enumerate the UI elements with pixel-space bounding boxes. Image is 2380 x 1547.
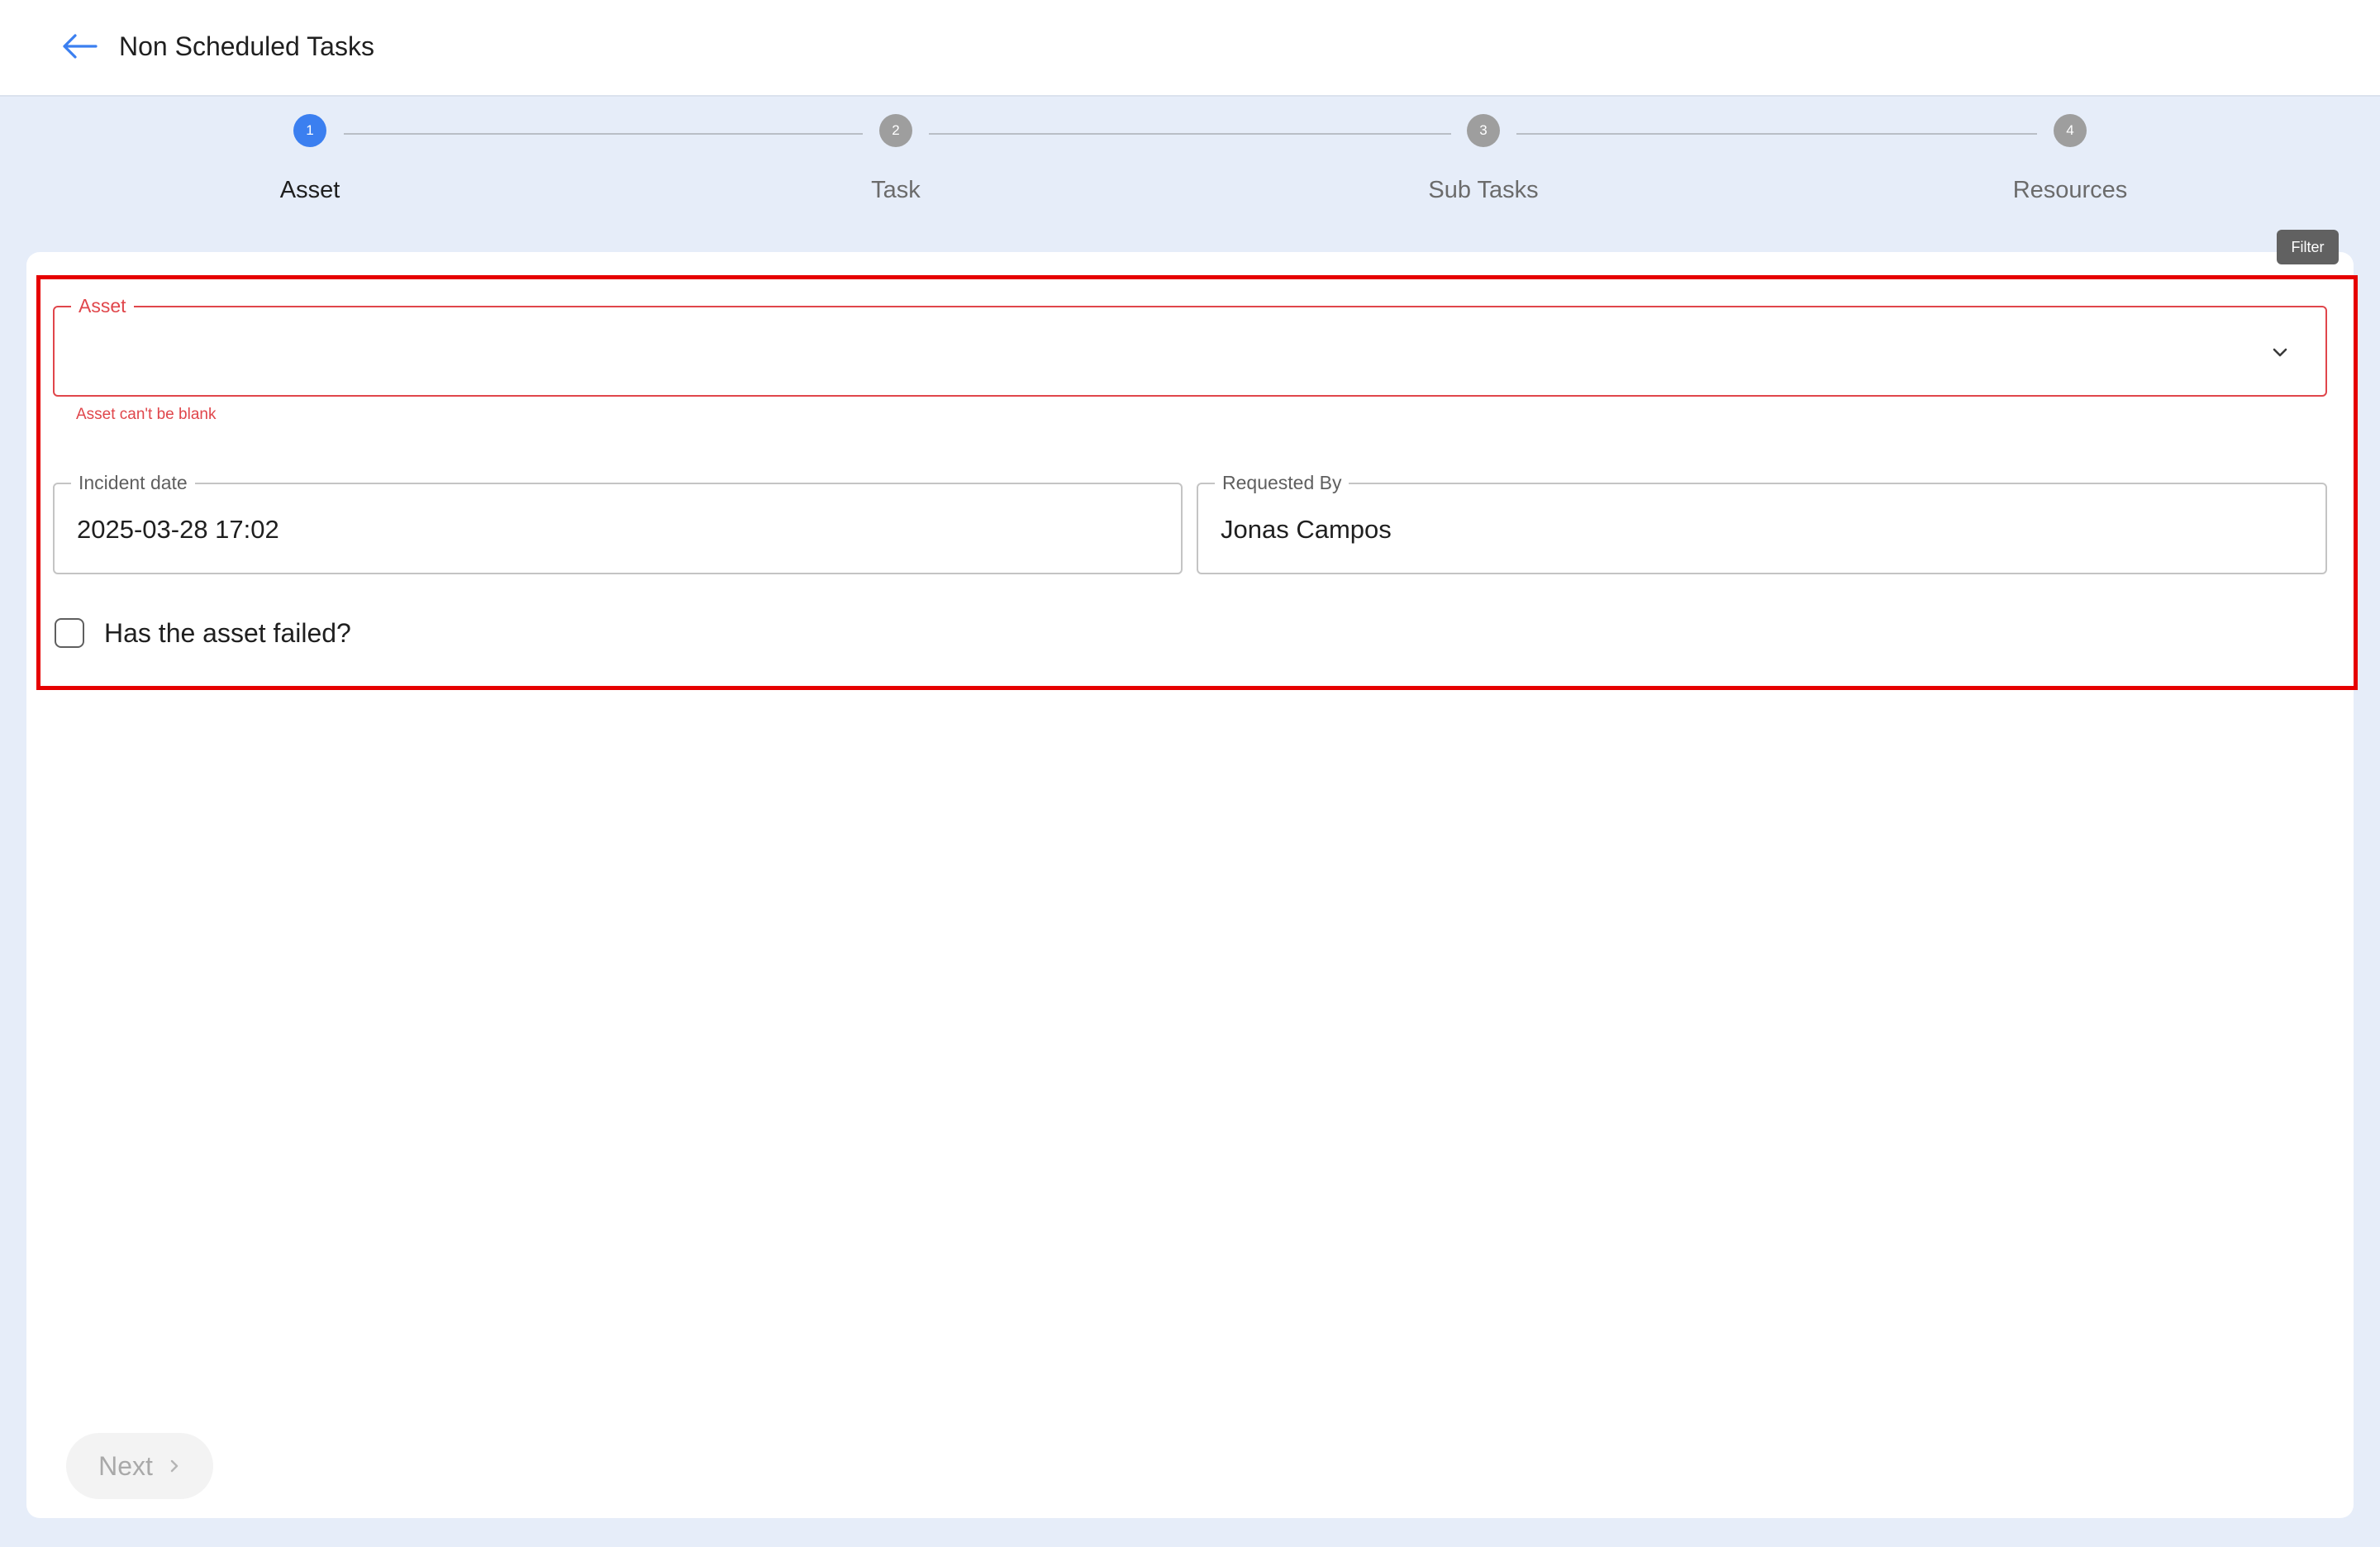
step-number-badge: 4: [2054, 114, 2087, 147]
app-header: Non Scheduled Tasks: [0, 0, 2380, 97]
arrow-left-icon: [63, 34, 98, 59]
requested-by-value: Jonas Campos: [1221, 515, 1392, 544]
asset-failed-checkbox-row[interactable]: Has the asset failed?: [55, 616, 351, 650]
step-asset[interactable]: 1 Asset: [186, 114, 434, 205]
requested-by-field[interactable]: Requested By Jonas Campos: [1197, 471, 2327, 574]
step-sub-tasks[interactable]: 3 Sub Tasks: [1359, 114, 1607, 205]
step-label: Asset: [279, 177, 340, 203]
asset-error-message: Asset can't be blank: [76, 406, 217, 423]
page-title: Non Scheduled Tasks: [119, 31, 374, 61]
chevron-down-icon[interactable]: [2268, 342, 2292, 364]
asset-select[interactable]: Asset: [53, 294, 2327, 397]
step-label: Task: [871, 177, 921, 203]
step-resources[interactable]: 4 Resources: [1946, 114, 2194, 205]
incident-date-field[interactable]: Incident date 2025-03-28 17:02: [53, 471, 1183, 574]
step-number-badge: 2: [879, 114, 912, 147]
step-task[interactable]: 2 Task: [772, 114, 1020, 205]
step-number-badge: 3: [1467, 114, 1500, 147]
next-button[interactable]: Next: [66, 1433, 213, 1499]
requested-by-label: Requested By: [1215, 471, 1349, 494]
next-button-label: Next: [98, 1451, 153, 1481]
step-label: Sub Tasks: [1428, 177, 1539, 203]
incident-date-label: Incident date: [71, 471, 195, 494]
back-button[interactable]: [55, 25, 104, 68]
asset-failed-checkbox[interactable]: [55, 618, 84, 648]
incident-date-value: 2025-03-28 17:02: [77, 515, 279, 544]
chevron-right-icon: [170, 1459, 178, 1473]
asset-field-label: Asset: [71, 294, 134, 317]
asset-failed-label: Has the asset failed?: [104, 618, 351, 648]
form-card: [26, 252, 2354, 1518]
filter-button[interactable]: Filter: [2277, 230, 2339, 264]
step-label: Resources: [2012, 177, 2128, 203]
step-number-badge: 1: [293, 114, 326, 147]
